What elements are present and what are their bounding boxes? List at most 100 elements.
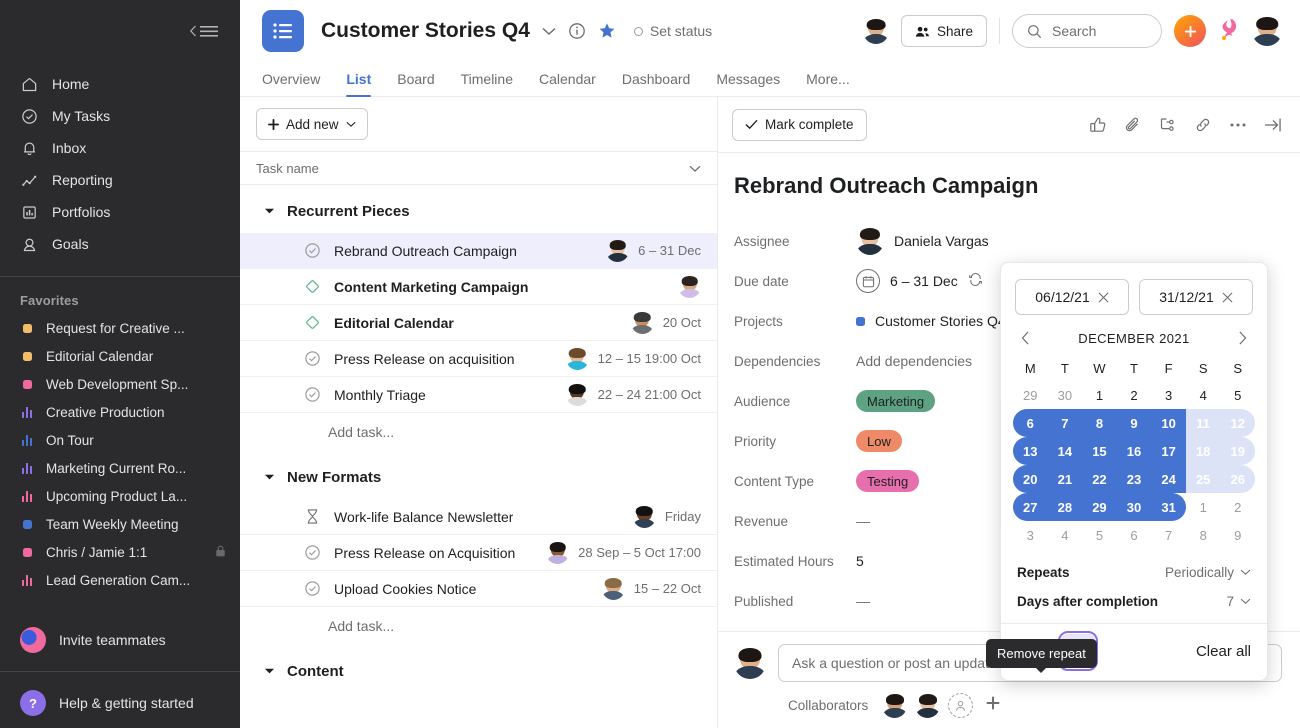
quick-add-button[interactable] [1174,15,1206,47]
calendar-day[interactable]: 29 [1013,381,1048,409]
calendar-day[interactable]: 2 [1117,381,1152,409]
assignee-avatar[interactable] [606,239,629,262]
calendar-day[interactable]: 7 [1047,409,1083,437]
sidebar-item-goals[interactable]: Goals [0,228,240,260]
tab-calendar[interactable]: Calendar [539,71,596,96]
table-row[interactable]: Work-life Balance Newsletter Friday [240,499,717,535]
calendar-day[interactable]: 14 [1047,437,1083,465]
favorite-item[interactable]: Upcoming Product La... [0,482,240,510]
calendar-day[interactable]: 16 [1116,437,1152,465]
task-status-icon[interactable] [302,508,322,525]
tab-dashboard[interactable]: Dashboard [622,71,691,96]
collapse-panel-icon[interactable] [1264,117,1282,133]
mark-complete-button[interactable]: Mark complete [732,108,867,141]
table-row[interactable]: Press Release on Acquisition 28 Sep – 5 … [240,535,717,571]
sidebar-item-my-tasks[interactable]: My Tasks [0,100,240,132]
task-status-icon[interactable] [302,386,322,403]
thumbs-up-icon[interactable] [1089,116,1107,134]
avatar[interactable] [863,18,889,44]
task-name-column-header[interactable]: Task name [240,151,717,185]
calendar-day[interactable]: 4 [1186,381,1221,409]
repeats-select[interactable]: Periodically [1165,565,1251,580]
favorite-item[interactable]: Web Development Sp... [0,370,240,398]
calendar-day[interactable]: 25 [1185,465,1221,493]
assignee-avatar[interactable] [566,383,589,406]
calendar-icon[interactable] [856,269,880,293]
paperclip-icon[interactable] [1124,116,1142,134]
table-row[interactable]: Rebrand Outreach Campaign 6 – 31 Dec [240,233,717,269]
tab-overview[interactable]: Overview [262,71,320,96]
caret-down-icon[interactable] [264,202,275,220]
status-badge[interactable]: Low [856,430,902,452]
favorite-item[interactable]: Team Weekly Meeting [0,510,240,538]
project-icon[interactable] [262,10,304,52]
collaborator-avatar[interactable] [882,693,907,718]
link-icon[interactable] [1194,116,1212,134]
project-menu-chevron-down-icon[interactable] [542,27,556,36]
task-status-icon[interactable] [302,314,322,331]
favorite-item[interactable]: Lead Generation Cam... [0,566,240,594]
caret-down-icon[interactable] [264,662,275,680]
sidebar-item-inbox[interactable]: Inbox [0,132,240,164]
table-row[interactable]: Content Marketing Campaign [240,269,717,305]
task-status-icon[interactable] [302,544,322,561]
calendar-day[interactable]: 18 [1185,437,1221,465]
calendar-day[interactable]: 30 [1116,493,1152,521]
calendar-day[interactable]: 11 [1185,409,1221,437]
calendar-day[interactable]: 30 [1048,381,1083,409]
table-row[interactable]: Editorial Calendar 20 Oct [240,305,717,341]
close-icon[interactable] [1222,292,1233,303]
chevron-down-icon[interactable] [689,161,701,176]
close-icon[interactable] [1098,292,1109,303]
calendar-day[interactable]: 23 [1116,465,1152,493]
table-row[interactable]: Upload Cookies Notice 15 – 22 Oct [240,571,717,607]
assignee-avatar[interactable] [602,577,625,600]
calendar-day[interactable]: 24 [1151,465,1186,493]
calendar-day[interactable]: 4 [1048,521,1083,549]
assignee-avatar[interactable] [631,311,654,334]
tab-board[interactable]: Board [397,71,434,96]
add-task-button[interactable]: Add task... [240,413,717,451]
calendar-day[interactable]: 1 [1082,381,1117,409]
calendar-day[interactable]: 21 [1047,465,1083,493]
calendar-day[interactable]: 5 [1082,521,1117,549]
section-header[interactable]: New Formats [240,455,717,499]
calendar-day[interactable]: 17 [1151,437,1186,465]
field-value[interactable]: Add dependencies [856,353,972,369]
days-after-select[interactable]: 7 [1226,594,1251,609]
calendar-day[interactable]: 9 [1116,409,1152,437]
clear-all-button[interactable]: Clear all [1196,643,1251,660]
set-status-button[interactable]: Set status [633,23,712,39]
sidebar-item-reporting[interactable]: Reporting [0,164,240,196]
invite-teammates-button[interactable]: Invite teammates [0,615,240,665]
calendar-day[interactable]: 12 [1220,409,1256,437]
tab-more[interactable]: More... [806,71,850,96]
add-new-button[interactable]: Add new [256,108,368,140]
assignee-avatar[interactable] [856,227,884,255]
favorite-item[interactable]: Request for Creative ... [0,314,240,342]
field-value[interactable]: 5 [856,553,864,569]
star-icon[interactable] [598,22,616,40]
assignee-avatar[interactable] [546,541,569,564]
field-value[interactable]: — [856,513,870,529]
collapse-sidebar-button[interactable] [189,24,218,38]
calendar-day[interactable]: 29 [1082,493,1117,521]
add-collaborator-icon[interactable] [948,693,974,718]
assignee-avatar[interactable] [678,275,701,298]
tab-list[interactable]: List [346,71,371,97]
add-collaborator-plus-icon[interactable] [985,695,1001,716]
sidebar-item-home[interactable]: Home [0,68,240,100]
calendar-day[interactable]: 6 [1117,521,1152,549]
calendar-day[interactable]: 20 [1013,465,1048,493]
task-status-icon[interactable] [302,242,322,259]
favorite-item[interactable]: Editorial Calendar [0,342,240,370]
calendar-day[interactable]: 3 [1151,381,1186,409]
table-row[interactable]: Press Release on acquisition 12 – 15 19:… [240,341,717,377]
status-badge[interactable]: Testing [856,470,920,492]
calendar-day[interactable]: 19 [1220,437,1256,465]
calendar-day[interactable]: 1 [1186,493,1221,521]
due-date-value[interactable]: 6 – 31 Dec [890,273,958,289]
sidebar-item-portfolios[interactable]: Portfolios [0,196,240,228]
share-button[interactable]: Share [900,15,987,47]
calendar-day[interactable]: 13 [1013,437,1048,465]
